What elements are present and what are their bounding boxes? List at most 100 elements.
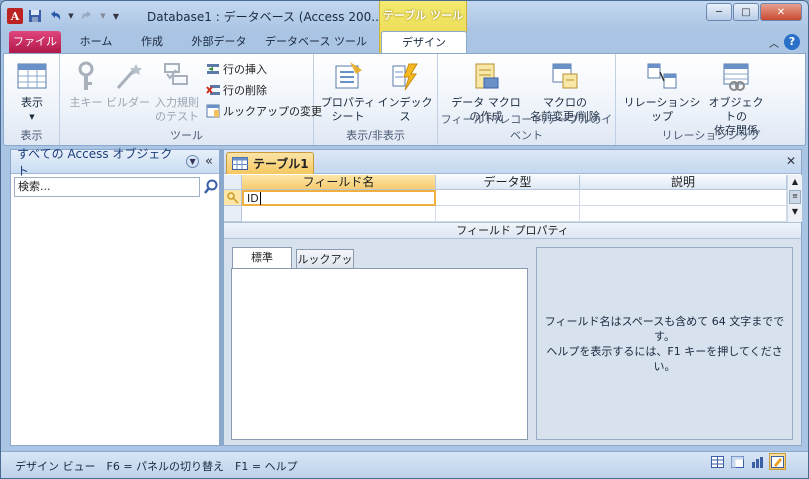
group-show-hide: プロパティ シート インデックス 表示/非表示: [314, 54, 438, 145]
tab-general[interactable]: 標準: [232, 247, 292, 269]
tab-lookup[interactable]: ルックアップ: [296, 249, 354, 285]
view-dropdown-icon: ▼: [29, 113, 35, 121]
tab-file[interactable]: ファイル: [9, 31, 61, 53]
close-document-button[interactable]: ✕: [786, 154, 796, 168]
builder-wand-icon: [116, 64, 142, 89]
insert-rows-label: 行の挿入: [223, 63, 267, 76]
minimize-ribbon-icon[interactable]: ︿: [769, 35, 779, 50]
property-sheet-button[interactable]: プロパティ シート: [320, 60, 376, 124]
help-icon[interactable]: ?: [784, 34, 800, 50]
field-name-cell-1[interactable]: ID: [242, 190, 436, 206]
text-cursor: [259, 192, 261, 205]
view-button[interactable]: 表示 ▼: [10, 60, 54, 124]
tab-external-data[interactable]: 外部データ: [183, 31, 255, 53]
access-app-icon[interactable]: A: [7, 8, 23, 24]
property-sheet-label-1: プロパティ: [320, 96, 376, 109]
nav-menu-chevron-icon[interactable]: ▼: [186, 155, 200, 168]
lookup-icon: [206, 104, 220, 118]
view-switcher: [709, 453, 786, 470]
data-type-cell-1[interactable]: [436, 190, 580, 206]
nav-collapse-button[interactable]: «: [205, 154, 213, 169]
insert-rows-button[interactable]: 行の挿入: [206, 60, 267, 78]
primary-key-button[interactable]: 主キー: [66, 60, 106, 110]
tab-home[interactable]: ホーム: [71, 31, 121, 53]
builder-label: ビルダー: [106, 96, 150, 109]
grid-vertical-scrollbar[interactable]: ▲ ≡ ▼: [787, 175, 802, 222]
delete-rows-button[interactable]: 行の削除: [206, 81, 267, 99]
document-tab-table1[interactable]: テーブル1: [226, 152, 314, 174]
field-name-value-1: ID: [247, 192, 259, 205]
indexes-label: インデックス: [377, 96, 433, 123]
relationships-label: リレーションシップ: [623, 96, 701, 123]
redo-icon[interactable]: [79, 8, 95, 24]
minimize-button[interactable]: ─: [706, 3, 732, 21]
group-events-label: フィールド/レコード/テーブルのイベント: [440, 113, 613, 142]
indexes-lightning-icon: [392, 63, 418, 91]
tab-database-tools[interactable]: データベース ツール: [263, 31, 369, 53]
group-events: データ マクロ の作成 マクロの 名前変更/削除 フィールド/レコード/テーブル…: [438, 54, 616, 145]
rename-macro-label-1: マクロの: [543, 96, 587, 109]
tab-create[interactable]: 作成: [131, 31, 173, 53]
delete-rows-label: 行の削除: [223, 84, 267, 97]
field-help-box: フィールド名はスペースも含めて 64 文字までです。 ヘルプを表示するには、F1…: [536, 247, 793, 440]
help-text-line-2: ヘルプを表示するには、F1 キーを押してください。: [546, 344, 783, 373]
customize-qat-icon[interactable]: ▼: [111, 8, 121, 24]
object-dependencies-icon: [723, 63, 749, 91]
delete-rows-icon: [206, 85, 220, 95]
quick-access-toolbar: A ▼ ▼ ▼: [7, 7, 121, 25]
document-tab-label: テーブル1: [253, 157, 309, 171]
modify-lookups-label: ルックアップの変更: [223, 105, 322, 118]
field-name-cell-2[interactable]: [242, 206, 436, 222]
view-label: 表示: [21, 96, 43, 109]
group-views-label: 表示: [20, 129, 43, 142]
row-selector-2[interactable]: [224, 206, 242, 222]
column-header-description[interactable]: 説明: [580, 175, 787, 190]
modify-lookups-button[interactable]: ルックアップの変更: [206, 102, 322, 120]
relationships-button[interactable]: リレーションシップ: [620, 60, 704, 124]
search-icon[interactable]: [203, 178, 219, 196]
relationships-icon: [647, 63, 677, 89]
builder-button[interactable]: ビルダー: [106, 60, 150, 110]
rename-macro-icon: [552, 63, 578, 89]
nav-title: すべての Access オブジェクト: [17, 146, 173, 178]
nav-header[interactable]: すべての Access オブジェクト ▼ «: [11, 147, 219, 178]
maximize-button[interactable]: □: [733, 3, 759, 21]
close-button[interactable]: ✕: [760, 3, 802, 21]
ribbon: 表示 ▼ 表示 主キー ビルダー 入力規則 のテスト 行の挿入 行の削除 ルック…: [3, 53, 806, 146]
undo-dropdown-icon[interactable]: ▼: [67, 8, 75, 24]
key-icon: [78, 61, 94, 90]
scroll-down-icon[interactable]: ▼: [788, 205, 802, 219]
datasheet-view-icon[interactable]: [709, 453, 726, 470]
context-tools-label: テーブル ツール: [382, 9, 464, 22]
data-type-cell-2[interactable]: [436, 206, 580, 222]
test-rules-label-1: 入力規則: [155, 96, 199, 109]
scroll-up-icon[interactable]: ▲: [788, 175, 802, 189]
title-bar: A ▼ ▼ ▼ Database1 : データベース (Access 200..…: [1, 1, 808, 53]
description-cell-2[interactable]: [580, 206, 787, 222]
undo-icon[interactable]: [47, 8, 63, 24]
table-design-view: テーブル1 ✕ フィールド名 データ型 説明 ID ▲ ≡ ▼ フィールド プロ: [223, 149, 802, 446]
redo-dropdown-icon[interactable]: ▼: [99, 8, 107, 24]
primary-key-row-icon: [227, 192, 239, 204]
status-text: デザイン ビュー F6 = パネルの切り替え F1 = ヘルプ: [15, 460, 298, 473]
indexes-button[interactable]: インデックス: [376, 60, 434, 124]
description-cell-1[interactable]: [580, 190, 787, 206]
design-view-icon[interactable]: [769, 453, 786, 470]
test-rules-label-2: のテスト: [155, 110, 199, 123]
column-header-field-name[interactable]: フィールド名: [242, 175, 436, 190]
pivotchart-view-icon[interactable]: [749, 453, 766, 470]
pivottable-view-icon[interactable]: [729, 453, 746, 470]
row-selector-1[interactable]: [224, 190, 242, 206]
field-grid: フィールド名 データ型 説明 ID: [224, 175, 787, 222]
property-sheet-label-2: シート: [331, 110, 365, 123]
insert-rows-icon: [207, 64, 219, 74]
grid-corner[interactable]: [224, 175, 242, 190]
properties-list-box[interactable]: [231, 268, 528, 440]
save-icon[interactable]: [27, 8, 43, 24]
scroll-thumb[interactable]: ≡: [789, 190, 801, 204]
test-validation-button[interactable]: 入力規則 のテスト: [150, 60, 204, 124]
tab-design[interactable]: デザイン: [381, 31, 467, 53]
nav-search-input[interactable]: 検索...: [14, 177, 200, 197]
column-header-data-type[interactable]: データ型: [436, 175, 580, 190]
primary-key-label: 主キー: [69, 96, 103, 109]
